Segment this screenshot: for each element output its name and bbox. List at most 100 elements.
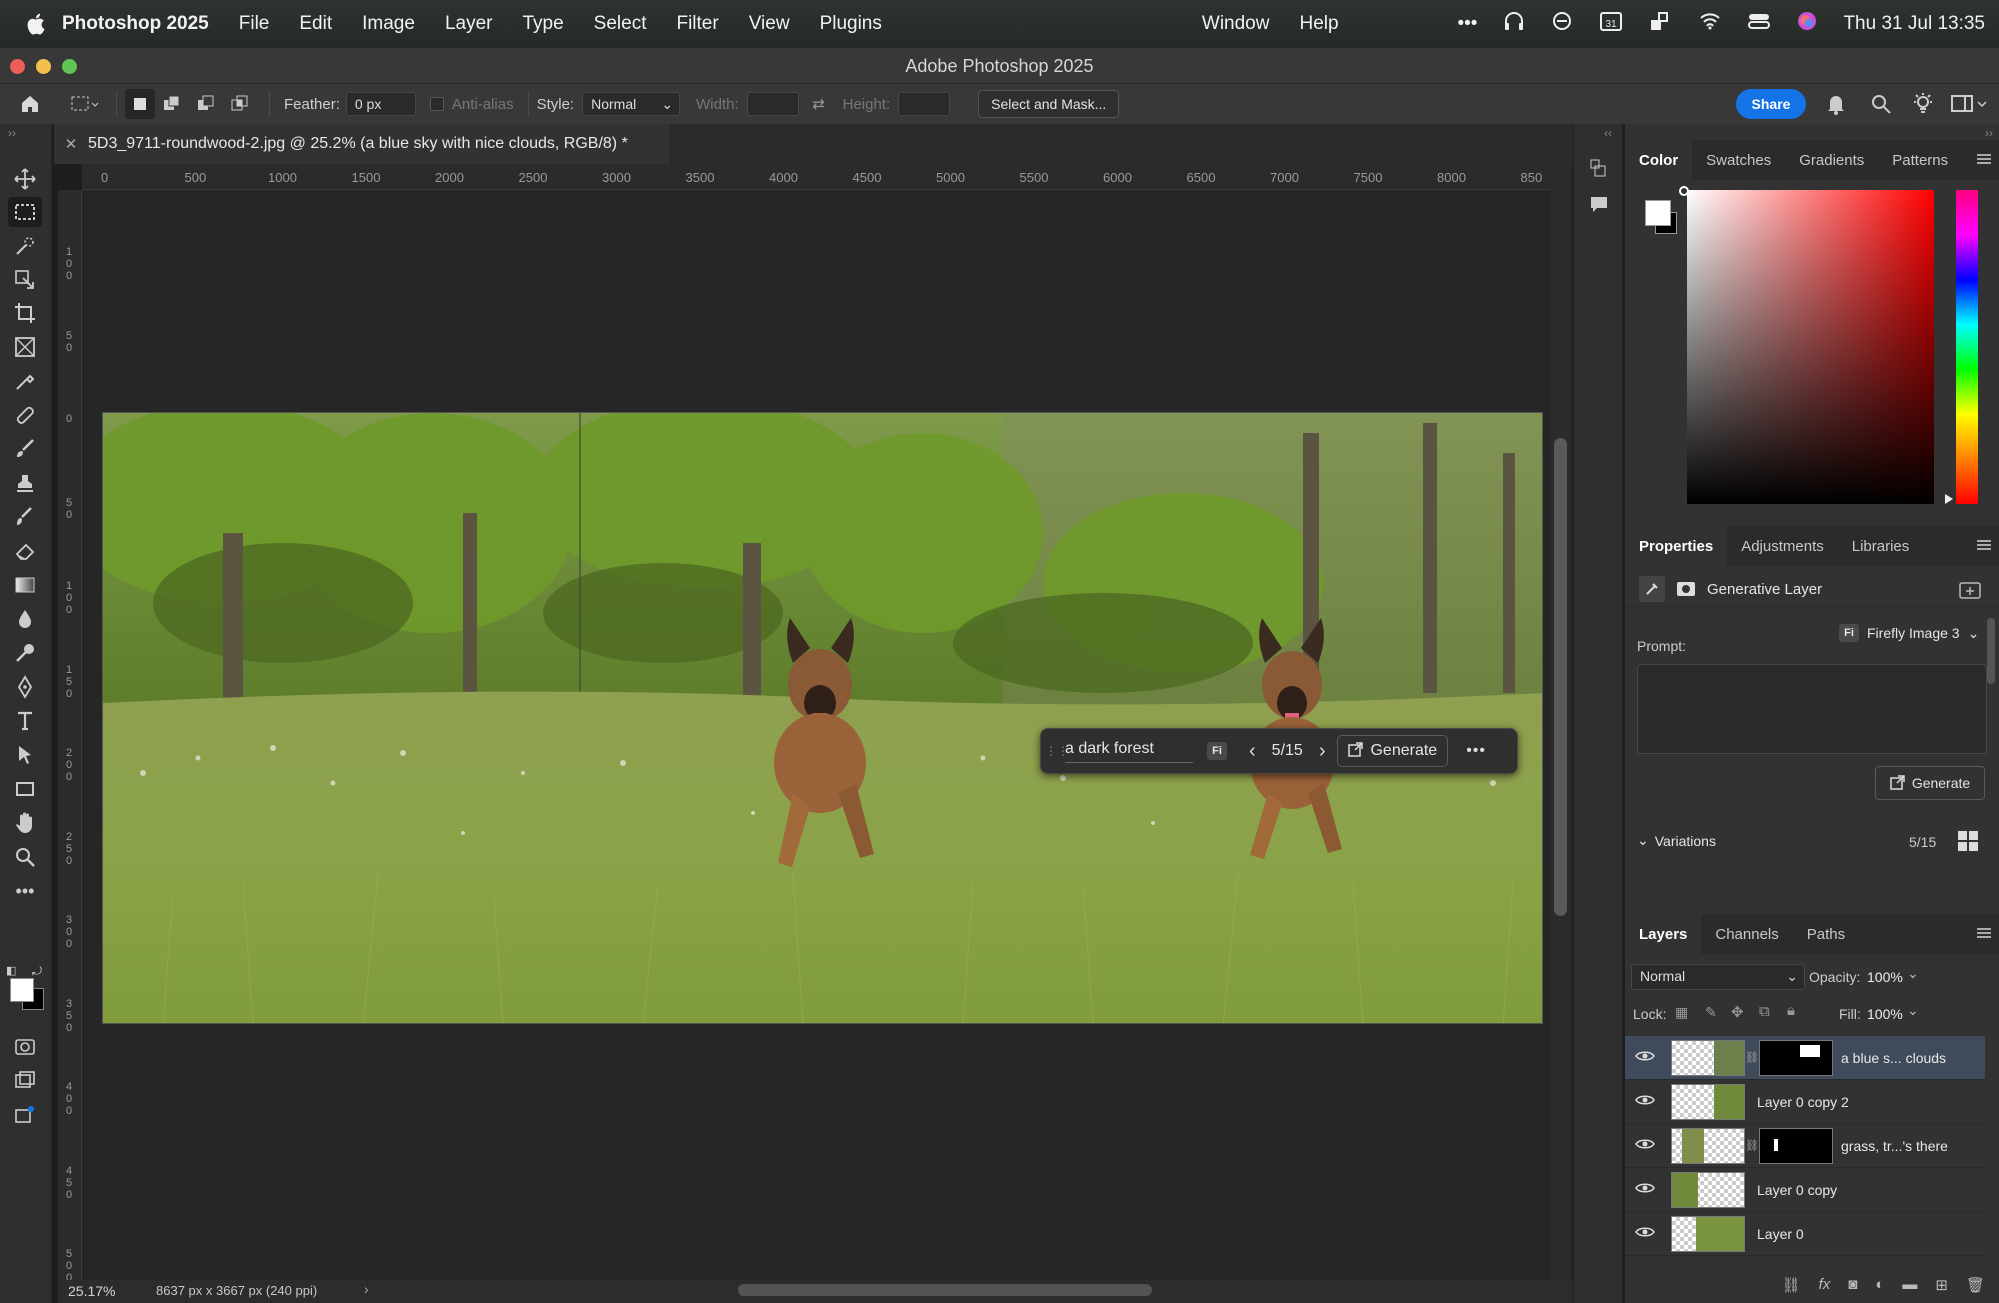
- delete-layer-icon[interactable]: 🗑︎: [1966, 1276, 1985, 1294]
- color-picker-handle[interactable]: [1679, 186, 1689, 196]
- edit-toolbar-icon[interactable]: •••: [8, 876, 42, 906]
- fill-value[interactable]: 100%: [1867, 1006, 1903, 1022]
- document-tab[interactable]: ✕ 5D3_9711-roundwood-2.jpg @ 25.2% (a bl…: [54, 124, 670, 164]
- share-button[interactable]: Share: [1736, 89, 1806, 119]
- dodge-tool-icon[interactable]: [8, 638, 42, 668]
- layer-row[interactable]: ⛓ grass, tr...'s there: [1625, 1124, 1985, 1168]
- app-name[interactable]: Photoshop 2025: [56, 13, 224, 35]
- menu-edit[interactable]: Edit: [284, 13, 347, 35]
- tab-swatches[interactable]: Swatches: [1692, 140, 1785, 180]
- menu-layer[interactable]: Layer: [430, 13, 508, 35]
- collapse-toolbar-icon[interactable]: ››: [8, 126, 16, 140]
- opacity-value[interactable]: 100%: [1867, 969, 1903, 985]
- feather-input[interactable]: 0 px: [345, 92, 416, 116]
- control-center-icon[interactable]: [1747, 11, 1771, 37]
- lock-all-icon[interactable]: 🔒︎: [1787, 1002, 1795, 1019]
- color-swatches[interactable]: ◧ ⤾: [6, 964, 46, 1014]
- grid-view-icon[interactable]: [1957, 830, 1979, 856]
- visibility-eye-icon[interactable]: [1635, 1225, 1663, 1243]
- menu-select[interactable]: Select: [579, 13, 662, 35]
- crop-tool-icon[interactable]: [8, 298, 42, 328]
- comments-panel-icon[interactable]: [1584, 190, 1614, 218]
- blend-mode-select[interactable]: Normal ⌄: [1631, 964, 1805, 990]
- properties-settings-icon[interactable]: [1959, 580, 1981, 604]
- tab-adjustments[interactable]: Adjustments: [1727, 526, 1838, 566]
- color-field[interactable]: [1687, 190, 1934, 504]
- quick-selection-tool-icon[interactable]: [8, 265, 42, 295]
- drag-handle-icon[interactable]: ⋮⋮: [1045, 745, 1069, 757]
- zoom-level[interactable]: 25.17%: [68, 1283, 115, 1299]
- history-panel-icon[interactable]: [1584, 154, 1614, 182]
- tab-channels[interactable]: Channels: [1701, 914, 1792, 954]
- tab-layers[interactable]: Layers: [1625, 914, 1702, 954]
- adjustment-layer-icon[interactable]: ◐: [1875, 1276, 1884, 1293]
- hand-tool-icon[interactable]: [8, 808, 42, 838]
- search-icon[interactable]: [1870, 93, 1892, 119]
- rectangle-tool-icon[interactable]: [8, 774, 42, 804]
- new-group-icon[interactable]: ▬: [1902, 1276, 1917, 1293]
- hue-slider[interactable]: [1956, 190, 1978, 504]
- link-icon[interactable]: ⛓: [1745, 1139, 1759, 1152]
- spotlight-search-icon[interactable]: [1649, 10, 1673, 38]
- workspace-icon[interactable]: [1950, 93, 1990, 119]
- prompt-input[interactable]: a dark forest: [1065, 740, 1193, 763]
- variations-header[interactable]: ⌄ Variations: [1637, 832, 1716, 849]
- properties-scroll-thumb[interactable]: [1987, 618, 1995, 684]
- tab-paths[interactable]: Paths: [1793, 914, 1859, 954]
- fill-chevron-icon[interactable]: ⌄: [1907, 1002, 1919, 1019]
- add-mask-icon[interactable]: ◙: [1848, 1276, 1857, 1293]
- visibility-eye-icon[interactable]: [1635, 1049, 1663, 1067]
- generate-button[interactable]: Generate: [1337, 735, 1449, 767]
- generative-fill-icon[interactable]: [8, 1100, 42, 1130]
- firefly-model-badge[interactable]: Fi: [1207, 742, 1227, 760]
- brush-tool-icon[interactable]: [8, 434, 42, 464]
- intersect-selection-icon[interactable]: [223, 95, 257, 113]
- swap-dimensions-icon[interactable]: ⇄: [799, 95, 839, 113]
- tab-properties[interactable]: Properties: [1625, 526, 1728, 566]
- document-image[interactable]: [102, 412, 1543, 1024]
- new-layer-icon[interactable]: ⊞: [1935, 1276, 1948, 1294]
- link-layers-icon[interactable]: ⛓: [1782, 1276, 1801, 1294]
- screen-mode-icon[interactable]: [8, 1066, 42, 1096]
- width-input[interactable]: [746, 92, 799, 116]
- link-icon[interactable]: ⛓: [1745, 1051, 1759, 1064]
- properties-panel-menu-icon[interactable]: [1977, 538, 1991, 552]
- tab-gradients[interactable]: Gradients: [1785, 140, 1878, 180]
- tab-color[interactable]: Color: [1625, 140, 1693, 180]
- panel-fg-bg-swatches[interactable]: [1645, 200, 1679, 236]
- notifications-icon[interactable]: [1826, 93, 1846, 119]
- opacity-chevron-icon[interactable]: ⌄: [1907, 965, 1919, 982]
- panel-foreground-swatch[interactable]: [1645, 200, 1671, 226]
- default-colors-icon[interactable]: ◧: [6, 964, 16, 977]
- layers-panel-menu-icon[interactable]: [1977, 926, 1991, 940]
- wifi-icon[interactable]: [1699, 11, 1721, 37]
- object-selection-tool-icon[interactable]: [8, 231, 42, 261]
- layer-row[interactable]: Layer 0: [1625, 1212, 1985, 1256]
- properties-generate-button[interactable]: Generate: [1875, 766, 1985, 800]
- quick-mask-icon[interactable]: [8, 1032, 42, 1062]
- height-input[interactable]: [898, 92, 951, 116]
- swap-colors-icon[interactable]: ⤾: [32, 964, 42, 979]
- horizontal-scroll-thumb[interactable]: [738, 1284, 1152, 1296]
- type-tool-icon[interactable]: [8, 706, 42, 736]
- menu-help[interactable]: Help: [1284, 13, 1353, 35]
- layer-name[interactable]: a blue s... clouds: [1841, 1050, 1946, 1066]
- visibility-eye-icon[interactable]: [1635, 1181, 1663, 1199]
- eraser-tool-icon[interactable]: [8, 536, 42, 566]
- frame-tool-icon[interactable]: [8, 332, 42, 362]
- discover-lightbulb-icon[interactable]: [1912, 92, 1934, 120]
- style-select[interactable]: Normal ⌄: [582, 92, 681, 116]
- layer-name[interactable]: Layer 0 copy: [1757, 1182, 1837, 1198]
- healing-brush-tool-icon[interactable]: [8, 400, 42, 430]
- calendar-icon[interactable]: 31: [1599, 10, 1623, 38]
- path-selection-tool-icon[interactable]: [8, 740, 42, 770]
- history-brush-tool-icon[interactable]: [8, 502, 42, 532]
- tab-patterns[interactable]: Patterns: [1878, 140, 1962, 180]
- status-chevron-icon[interactable]: ›: [364, 1281, 369, 1297]
- more-options-icon[interactable]: •••: [1466, 742, 1486, 760]
- collapse-dock-icon[interactable]: ‹‹: [1604, 126, 1612, 140]
- layer-row[interactable]: Layer 0 copy 2: [1625, 1080, 1985, 1124]
- prompt-textarea[interactable]: [1637, 664, 1987, 754]
- rectangular-marquee-tool-icon[interactable]: [8, 197, 42, 227]
- lock-pixels-icon[interactable]: ✎: [1705, 1004, 1717, 1021]
